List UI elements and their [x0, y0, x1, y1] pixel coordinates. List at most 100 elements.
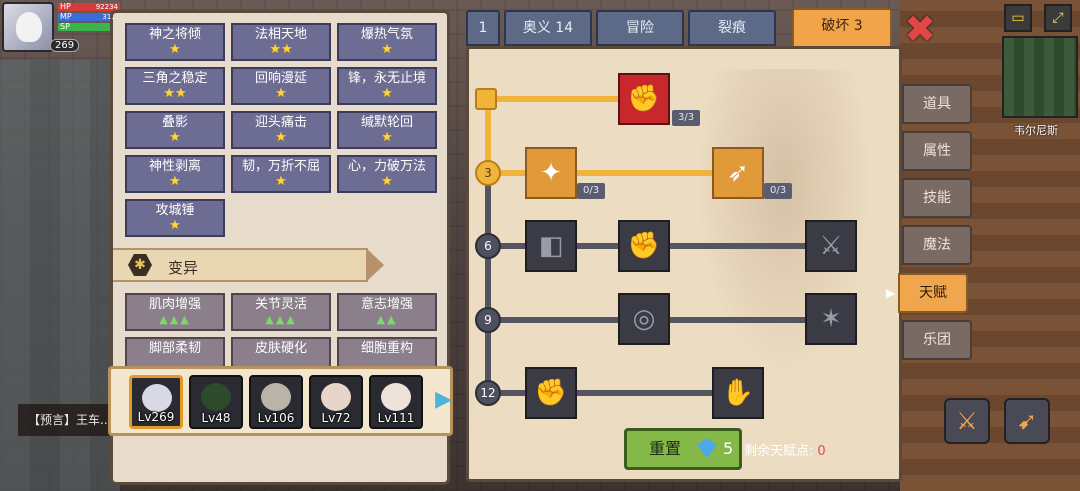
talent-locked[interactable]: ◧ [525, 220, 577, 272]
grip-icon: ✋ [721, 378, 755, 408]
tree-branch [488, 390, 714, 396]
arrow-icon: ➶ [727, 158, 749, 188]
skill-card[interactable]: 爆热气氛 ★ [337, 23, 437, 61]
skill-card[interactable]: 韧，万折不屈 ★ [231, 155, 331, 193]
talent-rank: 0/3 [764, 183, 793, 199]
side-tab-talent[interactable]: 天赋 [886, 273, 968, 313]
skill-card[interactable]: 叠影 ★ [125, 111, 225, 149]
raised-fist-icon: ✊ [534, 378, 568, 408]
talent-locked[interactable]: ✶ [805, 293, 857, 345]
close-icon[interactable]: ✖ [903, 10, 937, 48]
remaining-points-value: 0 [817, 444, 826, 459]
character-portrait [261, 383, 291, 411]
mutation-card[interactable]: 关节灵活 ▲▲▲ [231, 293, 331, 331]
tier-node: 3 [475, 160, 501, 186]
player-status[interactable]: 269 HP 92234 MP 31... SP [0, 0, 125, 58]
skill-card[interactable]: 缄默轮回 ★ [337, 111, 437, 149]
tab-1[interactable]: 1 [466, 10, 500, 46]
side-tab-items[interactable]: 道具 [902, 84, 972, 124]
hex-swirl-icon: ✱ [128, 254, 152, 276]
tier-node: 9 [475, 307, 501, 333]
skill-stars: ★ [275, 174, 287, 189]
side-tab-skills[interactable]: 技能 [902, 178, 972, 218]
mutation-card[interactable]: 肌肉增强 ▲▲▲ [125, 293, 225, 331]
party-member[interactable]: Lv111 [369, 375, 423, 429]
character-portrait [381, 383, 411, 411]
tree-branch [488, 170, 714, 176]
mutation-marks: ▲▲▲ [265, 313, 297, 326]
side-tab-band[interactable]: 乐团 [902, 320, 972, 360]
player-avatar[interactable] [2, 2, 54, 52]
mutation-card[interactable]: 意志增强 ▲▲ [337, 293, 437, 331]
talent-arrow-strike[interactable]: ➶ [712, 147, 764, 199]
skill-card[interactable]: 回响漫延 ★ [231, 67, 331, 105]
skill-stars: ★ [275, 130, 287, 145]
remaining-points-label: 剩余天赋点: [744, 444, 814, 459]
skill-card[interactable]: 三角之稳定 ★★ [125, 67, 225, 105]
character-portrait [321, 383, 351, 411]
skill-stars: ★ [169, 42, 181, 57]
tier-node: 6 [475, 233, 501, 259]
chat-icon[interactable]: ▭ [1004, 4, 1032, 32]
skill-card[interactable]: 神性剥离 ★ [125, 155, 225, 193]
reset-label: 重置 [649, 439, 682, 458]
side-tab-magic[interactable]: 魔法 [902, 225, 972, 265]
skill-stars: ★ [275, 86, 287, 101]
mp-bar: MP 31... [58, 12, 120, 21]
skill-stars: ★ [169, 174, 181, 189]
cards-icon: ◧ [538, 231, 564, 261]
reset-button[interactable]: 重置 5 [624, 428, 742, 470]
tier-node [475, 88, 497, 110]
party-member[interactable]: Lv48 [189, 375, 243, 429]
mutation-section-header: ✱ 变异 [113, 248, 384, 282]
talent-arm-wrestle[interactable]: ✊ [618, 73, 670, 125]
bow-action-icon[interactable]: ➹ [1004, 398, 1050, 444]
skill-card[interactable]: 攻城锤 ★ [125, 199, 225, 237]
diamond-icon [697, 438, 717, 458]
shockwave-icon: ◎ [632, 304, 656, 334]
talent-locked[interactable]: ✊ [525, 367, 577, 419]
skill-card[interactable]: 法相天地 ★★ [231, 23, 331, 61]
sword-action-icon[interactable]: ⚔ [944, 398, 990, 444]
character-portrait [142, 384, 172, 412]
skill-card[interactable]: 神之将倾 ★ [125, 23, 225, 61]
skill-card[interactable]: 心，力破万法 ★ [337, 155, 437, 193]
side-tab-attributes[interactable]: 属性 [902, 131, 972, 171]
burst-icon: ✶ [820, 304, 842, 334]
town-name: 韦尔尼斯 [1014, 124, 1058, 137]
tree-trunk [485, 175, 491, 395]
tab-destruction[interactable]: 破坏 3 [792, 8, 892, 50]
party-member[interactable]: Lv72 [309, 375, 363, 429]
skill-card[interactable]: 迎头痛击 ★ [231, 111, 331, 149]
sword-icon: ⚔ [819, 231, 843, 261]
party-selector: Lv269 Lv48 Lv106 Lv72 Lv111 ▶ [108, 366, 453, 436]
tree-branch [488, 96, 622, 102]
talent-locked[interactable]: ✊ [618, 220, 670, 272]
party-member[interactable]: Lv106 [249, 375, 303, 429]
talent-muscle-body[interactable]: ✦ [525, 147, 577, 199]
talent-locked[interactable]: ✋ [712, 367, 764, 419]
skill-stars: ★ [381, 42, 393, 57]
talent-rank: 3/3 [672, 110, 701, 126]
party-member[interactable]: Lv269 [129, 375, 183, 429]
next-arrow-icon[interactable]: ▶ [435, 389, 452, 411]
expand-icon[interactable]: ⤢ [1044, 4, 1072, 32]
skill-stars: ★ [169, 130, 181, 145]
tab-rift[interactable]: 裂痕 [688, 10, 776, 46]
tab-adventure[interactable]: 冒险 [596, 10, 684, 46]
talent-locked[interactable]: ◎ [618, 293, 670, 345]
minimap[interactable] [1002, 36, 1078, 118]
skill-stars: ★ [169, 218, 181, 233]
mutation-section-title: 变异 [168, 259, 199, 277]
talent-locked[interactable]: ⚔ [805, 220, 857, 272]
character-portrait [201, 383, 231, 411]
chat-message[interactable]: 【预言】王车... [18, 404, 118, 436]
skill-stars: ★ [381, 130, 393, 145]
talent-rank: 0/3 [577, 183, 606, 199]
remaining-points: 剩余天赋点: 0 [744, 440, 826, 459]
skill-card[interactable]: 锋，永无止境 ★ [337, 67, 437, 105]
body-icon: ✦ [540, 158, 562, 188]
tab-arcana[interactable]: 奥义 14 [504, 10, 592, 46]
skill-stars: ★★ [269, 42, 293, 57]
mutation-marks: ▲▲▲ [159, 313, 191, 326]
